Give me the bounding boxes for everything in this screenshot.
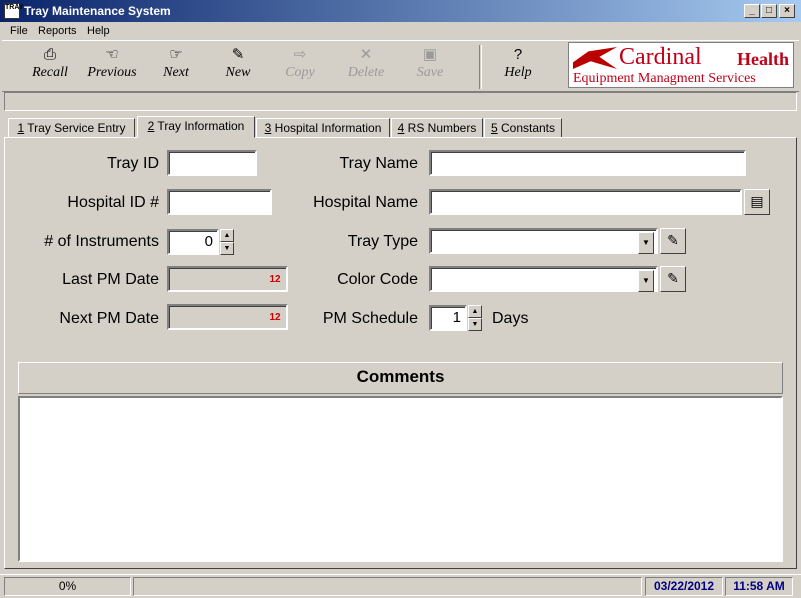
- pm-schedule-label: PM Schedule: [322, 310, 418, 327]
- previous-button[interactable]: ☜ Previous: [82, 45, 142, 89]
- app-icon[interactable]: TRAY: [4, 3, 23, 19]
- window-title: Tray Maintenance System: [24, 4, 171, 18]
- tab-hospital-information[interactable]: 3 Hospital Information: [256, 118, 390, 138]
- save-button[interactable]: ▣ Save: [400, 45, 460, 89]
- minimize-icon[interactable]: _: [744, 4, 760, 18]
- next-icon: ☞: [169, 46, 183, 63]
- lookup-icon: ▤: [750, 193, 764, 209]
- tray-type-label: Tray Type: [347, 233, 418, 250]
- menu-file[interactable]: File: [10, 25, 28, 37]
- num-instruments-label: # of Instruments: [44, 233, 159, 250]
- next-pm-date-label: Next PM Date: [59, 310, 159, 327]
- tray-id-field[interactable]: [167, 150, 257, 176]
- comments-header: Comments: [18, 362, 783, 394]
- status-time: 11:58 AM: [725, 577, 793, 596]
- chevron-down-icon[interactable]: ▼: [638, 232, 654, 254]
- tab-tray-service-entry[interactable]: 1 Tray Service Entry: [8, 118, 135, 138]
- menu-reports[interactable]: Reports: [38, 25, 77, 37]
- copy-button[interactable]: ⇨ Copy: [270, 45, 330, 89]
- logo-brand: Cardinal: [619, 44, 702, 70]
- status-message: [133, 577, 642, 596]
- progress-indicator: 0%: [4, 577, 131, 596]
- copy-icon: ⇨: [293, 46, 307, 63]
- edit-list-icon: ✎: [667, 232, 679, 248]
- last-pm-date-field[interactable]: 12: [167, 266, 288, 292]
- toolbar-separator: [479, 45, 482, 89]
- spin-down-icon[interactable]: ▼: [220, 242, 234, 255]
- tray-type-edit-button[interactable]: ✎: [660, 228, 686, 254]
- next-button[interactable]: ☞ Next: [146, 45, 206, 89]
- hospital-name-label: Hospital Name: [313, 194, 418, 211]
- tab-constants[interactable]: 5 Constants: [484, 118, 562, 138]
- pm-schedule-spinner[interactable]: ▲ ▼: [468, 305, 482, 331]
- new-icon: ✎: [231, 46, 245, 63]
- tray-type-select[interactable]: ▼: [429, 228, 658, 254]
- close-icon[interactable]: ×: [779, 4, 795, 18]
- recall-icon: ⎙: [43, 46, 56, 63]
- comments-textarea[interactable]: [18, 396, 783, 562]
- num-instruments-field[interactable]: 0: [167, 229, 219, 255]
- recall-button[interactable]: ⎙ Recall: [20, 45, 80, 89]
- cardinal-health-logo: Cardinal Health Equipment Managment Serv…: [568, 42, 794, 88]
- tab-rs-numbers[interactable]: 4 RS Numbers: [391, 118, 483, 138]
- status-bar: 0% 03/22/2012 11:58 AM: [0, 574, 801, 598]
- tab-tray-information[interactable]: 2 Tray Information: [137, 116, 255, 138]
- next-pm-date-field[interactable]: 12: [167, 304, 288, 330]
- pm-schedule-field[interactable]: 1: [429, 305, 467, 331]
- logo-brand-health: Health: [737, 49, 789, 69]
- calendar-icon[interactable]: 12: [267, 308, 283, 328]
- color-code-label: Color Code: [337, 271, 418, 288]
- calendar-icon[interactable]: 12: [267, 270, 283, 290]
- spin-down-icon[interactable]: ▼: [468, 318, 482, 331]
- tray-name-field[interactable]: [429, 150, 746, 176]
- hospital-id-label: Hospital ID #: [67, 194, 159, 211]
- delete-icon: ✕: [359, 46, 373, 63]
- message-strip: [4, 92, 797, 111]
- maximize-icon[interactable]: □: [761, 4, 777, 18]
- hospital-lookup-button[interactable]: ▤: [744, 189, 770, 215]
- logo-subtitle: Equipment Managment Services: [573, 71, 756, 86]
- edit-list-icon: ✎: [667, 270, 679, 286]
- help-button[interactable]: ? Help: [488, 45, 548, 89]
- pm-schedule-unit: Days: [492, 310, 529, 327]
- status-date: 03/22/2012: [645, 577, 723, 596]
- tray-id-label: Tray ID: [107, 155, 159, 172]
- last-pm-date-label: Last PM Date: [62, 271, 159, 288]
- menu-help[interactable]: Help: [87, 25, 110, 37]
- new-button[interactable]: ✎ New: [208, 45, 268, 89]
- save-icon: ▣: [422, 46, 438, 63]
- cardinal-bird-icon: [573, 47, 617, 69]
- hospital-name-field[interactable]: [429, 189, 742, 215]
- tab-strip: 1 Tray Service Entry 2 Tray Information …: [4, 116, 797, 138]
- color-code-select[interactable]: ▼: [429, 266, 658, 292]
- title-bar: TRAY Tray Maintenance System _ □ ×: [0, 0, 801, 22]
- previous-icon: ☜: [105, 46, 119, 63]
- menu-bar: File Reports Help: [0, 22, 801, 40]
- chevron-down-icon[interactable]: ▼: [638, 270, 654, 292]
- delete-button[interactable]: ✕ Delete: [336, 45, 396, 89]
- help-icon: ?: [513, 46, 523, 63]
- spin-up-icon[interactable]: ▲: [468, 305, 482, 318]
- color-code-edit-button[interactable]: ✎: [660, 266, 686, 292]
- spin-up-icon[interactable]: ▲: [220, 229, 234, 242]
- num-instruments-spinner[interactable]: ▲ ▼: [220, 229, 234, 255]
- hospital-id-field[interactable]: [167, 189, 272, 215]
- tray-name-label: Tray Name: [339, 155, 418, 172]
